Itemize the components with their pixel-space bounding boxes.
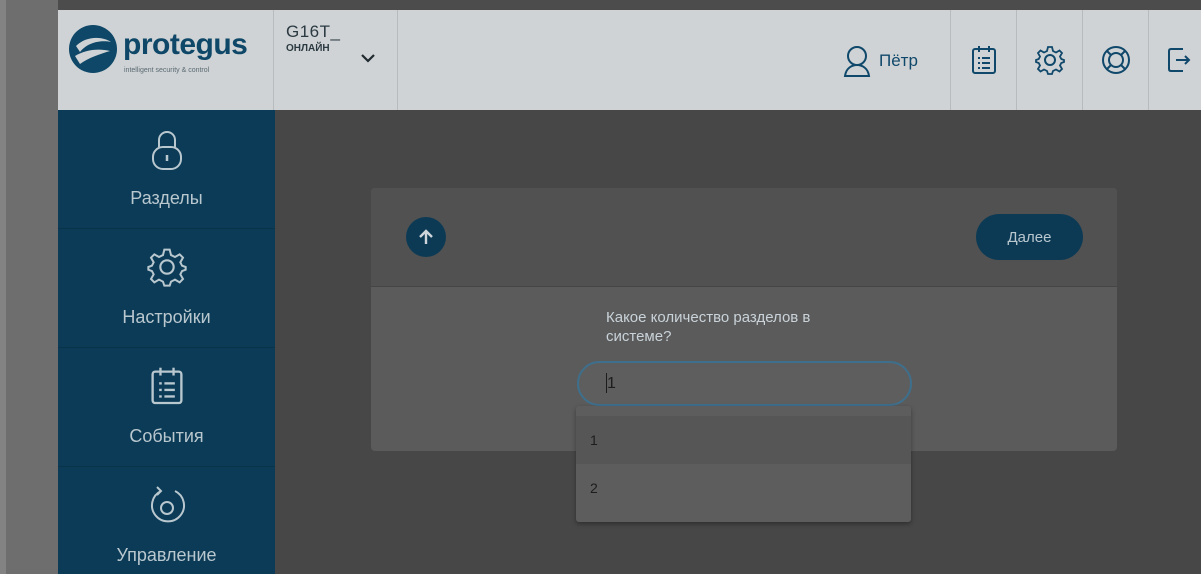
sidebar-item-label: Управление (116, 545, 217, 565)
device-name: G16T_ (286, 22, 341, 41)
events-icon (971, 46, 996, 74)
logo-tagline: intelligent security & control (124, 67, 210, 74)
wizard-card-header: Далее (371, 188, 1117, 287)
events-icon (150, 367, 183, 405)
left-edge (0, 0, 6, 574)
gear-icon (1034, 46, 1065, 75)
logo[interactable]: protegus intelligent security & control (58, 10, 274, 110)
control-icon (150, 486, 185, 523)
gear-icon (146, 248, 187, 287)
lifebuoy-icon (1101, 46, 1130, 74)
lock-icon (151, 131, 182, 170)
sidebar-item-label: События (129, 426, 204, 446)
sidebar-item-label: Разделы (130, 188, 203, 208)
partition-count-input[interactable] (577, 361, 912, 406)
logout-button[interactable] (1148, 10, 1201, 110)
sidebar-item-label: Настройки (122, 307, 211, 327)
question-text: Какое количество разделов в системе? (606, 309, 811, 345)
sidebar-item-sections[interactable]: Разделы (58, 110, 275, 229)
user-name: Пётр (879, 51, 918, 70)
arrow-up-icon (419, 229, 433, 244)
back-button[interactable] (406, 217, 446, 257)
protegus-logo-icon (69, 25, 117, 73)
left-margin (0, 0, 58, 574)
device-selector[interactable]: G16T_ ОНЛАЙН (274, 10, 398, 110)
app-window: protegus intelligent security & control … (0, 0, 1201, 574)
dropdown-option[interactable]: 2 (576, 464, 911, 512)
app-header: protegus intelligent security & control … (58, 10, 1201, 111)
sidebar-item-events[interactable]: События (58, 348, 275, 467)
dropdown-option[interactable]: 1 (576, 416, 911, 464)
top-strip (0, 0, 1201, 10)
sidebar-item-control[interactable]: Управление (58, 467, 275, 574)
user-icon (843, 46, 871, 77)
logout-icon (1168, 48, 1191, 72)
device-status: ОНЛАЙН (286, 43, 330, 54)
chevron-down-icon[interactable] (360, 52, 376, 64)
next-button[interactable]: Далее (976, 214, 1083, 260)
events-button[interactable] (950, 10, 1016, 110)
logo-wordmark: protegus (123, 28, 248, 61)
user-menu[interactable]: Пётр (843, 44, 918, 78)
text-caret (606, 373, 607, 393)
options-dropdown: 1 2 (576, 406, 911, 522)
sidebar-item-settings[interactable]: Настройки (58, 229, 275, 348)
settings-button[interactable] (1016, 10, 1082, 110)
help-button[interactable] (1082, 10, 1148, 110)
sidebar: Разделы Настройки События Управление (58, 110, 275, 574)
